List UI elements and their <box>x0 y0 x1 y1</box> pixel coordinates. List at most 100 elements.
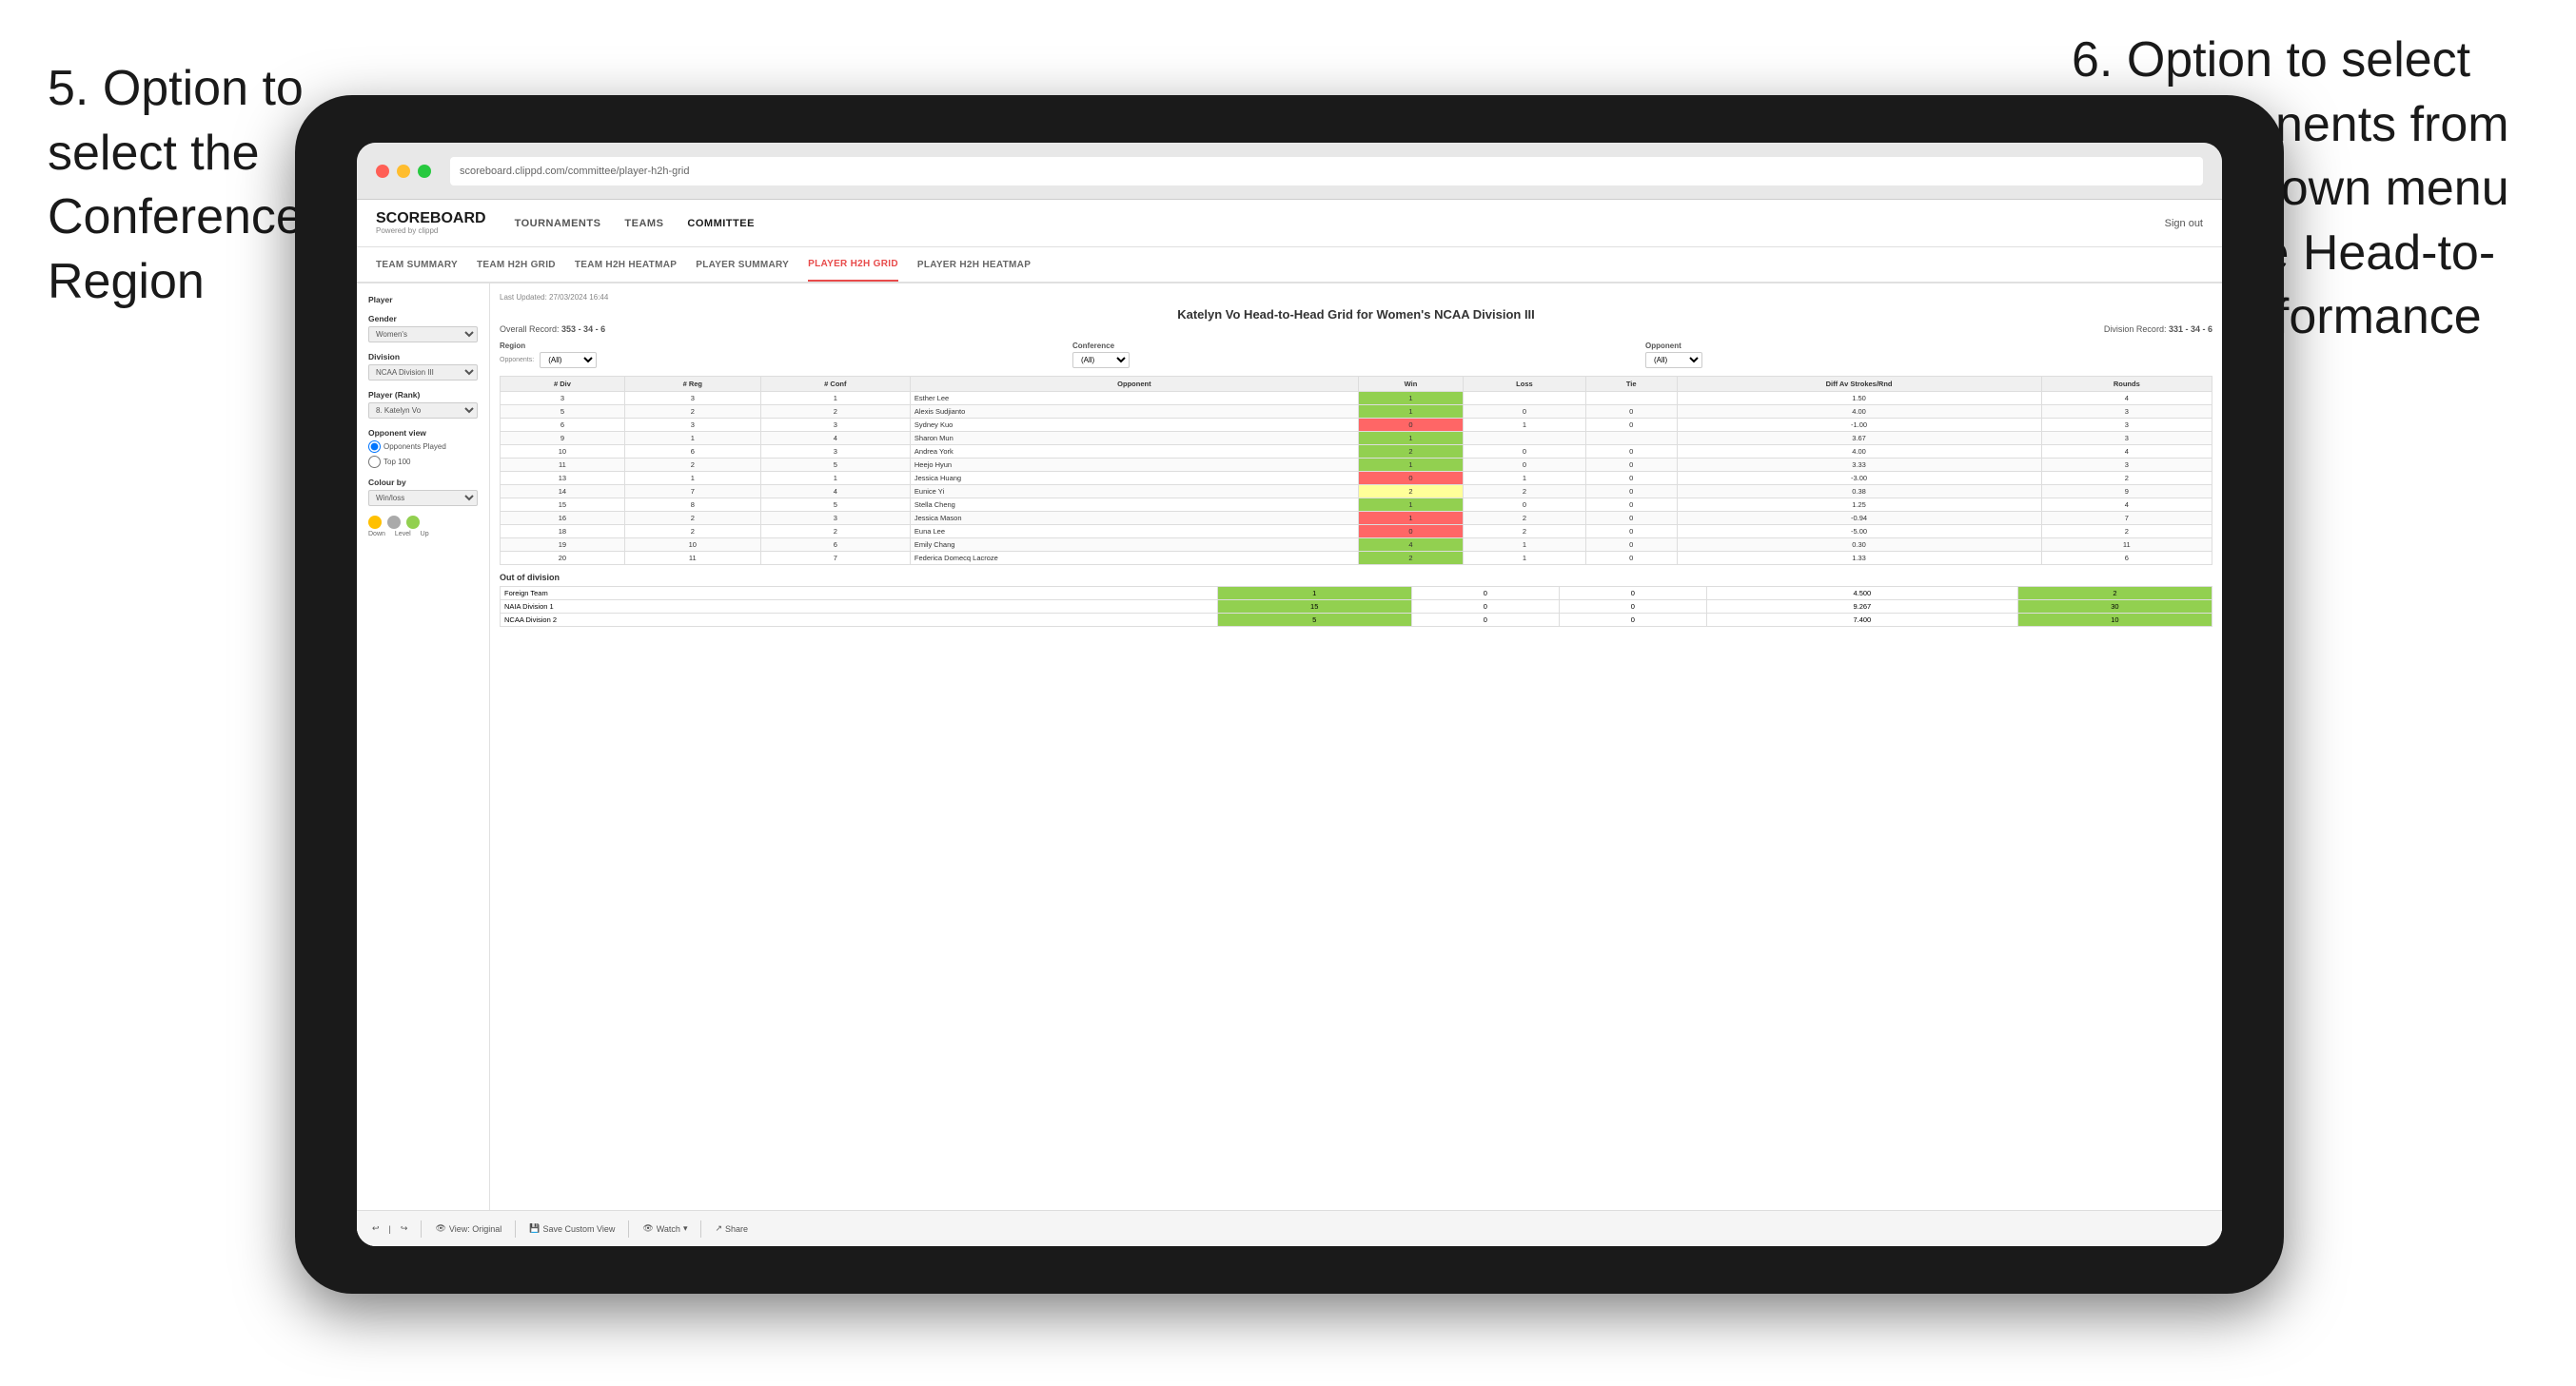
toolbar-sep1 <box>421 1220 422 1238</box>
cell-tie: 0 <box>1585 525 1677 538</box>
sidebar-gender-section: Gender Women's Men's <box>368 314 478 342</box>
color-label-up: Up <box>421 531 429 537</box>
cell-tie: 0 <box>1585 459 1677 472</box>
ood-loss: 0 <box>1411 614 1559 627</box>
toolbar-sep4 <box>700 1220 701 1238</box>
sidebar-player-rank-section: Player (Rank) 8. Katelyn Vo <box>368 390 478 419</box>
tablet: scoreboard.clippd.com/committee/player-h… <box>295 95 2284 1294</box>
sub-nav-team-summary[interactable]: TEAM SUMMARY <box>376 247 458 282</box>
ood-name: NCAA Division 2 <box>501 614 1218 627</box>
cell-diff: 1.50 <box>1677 392 2041 405</box>
cell-win: 4 <box>1358 538 1463 552</box>
browser-dot-green[interactable] <box>418 165 431 178</box>
main-table: # Div # Reg # Conf Opponent Win Loss Tie… <box>500 376 2212 565</box>
toolbar-view-original[interactable]: 👁 View: Original <box>435 1223 501 1234</box>
last-updated: Last Updated: 27/03/2024 16:44 <box>500 293 608 302</box>
cell-reg: 1 <box>624 432 760 445</box>
sidebar-radio-opponents-played[interactable]: Opponents Played <box>368 440 478 453</box>
ood-tie: 0 <box>1559 587 1706 600</box>
top-nav: SCOREBOARD Powered by clippd TOURNAMENTS… <box>357 200 2222 247</box>
ood-rounds: 2 <box>2017 587 2212 600</box>
sidebar-gender-label: Gender <box>368 314 478 323</box>
overall-record: Overall Record: 353 - 34 - 6 <box>500 324 605 334</box>
cell-conf: 3 <box>760 419 910 432</box>
filter-conference-select[interactable]: (All) <box>1072 352 1130 368</box>
sidebar-player-rank-select[interactable]: 8. Katelyn Vo <box>368 402 478 419</box>
sidebar-division-section: Division NCAA Division III <box>368 352 478 381</box>
sidebar-division-select[interactable]: NCAA Division III <box>368 364 478 381</box>
sidebar-player-section: Player <box>368 295 478 304</box>
toolbar-save-custom[interactable]: 💾 Save Custom View <box>529 1223 615 1234</box>
division-record: Division Record: 331 - 34 - 6 <box>2104 324 2212 334</box>
toolbar-undo[interactable]: ↩ <box>372 1223 380 1234</box>
sidebar-radio-top100[interactable]: Top 100 <box>368 456 478 468</box>
toolbar-redo[interactable]: ↪ <box>401 1223 408 1234</box>
table-row: 19 10 6 Emily Chang 4 1 0 0.30 11 <box>501 538 2212 552</box>
cell-div: 6 <box>501 419 625 432</box>
cell-conf: 4 <box>760 432 910 445</box>
browser-dot-red[interactable] <box>376 165 389 178</box>
sub-nav-player-h2h-heatmap[interactable]: PLAYER H2H HEATMAP <box>917 247 1031 282</box>
sidebar-gender-select[interactable]: Women's Men's <box>368 326 478 342</box>
cell-rounds: 3 <box>2041 405 2212 419</box>
filter-opponent-select[interactable]: (All) <box>1645 352 1702 368</box>
cell-div: 3 <box>501 392 625 405</box>
cell-div: 11 <box>501 459 625 472</box>
sidebar-player-rank-label: Player (Rank) <box>368 390 478 400</box>
cell-diff: 4.00 <box>1677 445 2041 459</box>
cell-rounds: 4 <box>2041 392 2212 405</box>
ood-tie: 0 <box>1559 600 1706 614</box>
cell-loss: 2 <box>1464 485 1586 498</box>
nav-item-committee[interactable]: COMMITTEE <box>687 218 755 229</box>
browser-url-bar[interactable]: scoreboard.clippd.com/committee/player-h… <box>450 157 2203 185</box>
nav-item-teams[interactable]: TEAMS <box>624 218 663 229</box>
sidebar-colour-select[interactable]: Win/loss <box>368 490 478 506</box>
color-indicators <box>368 516 478 529</box>
cell-opponent: Heejo Hyun <box>910 459 1358 472</box>
cell-tie: 0 <box>1585 498 1677 512</box>
sub-nav-team-h2h-heatmap[interactable]: TEAM H2H HEATMAP <box>575 247 677 282</box>
sidebar-radio-top100-input[interactable] <box>368 456 381 468</box>
cell-loss: 1 <box>1464 419 1586 432</box>
table-row: 3 3 1 Esther Lee 1 1.50 4 <box>501 392 2212 405</box>
nav-sign-out[interactable]: Sign out <box>2165 218 2203 229</box>
toolbar-watch[interactable]: 👁 Watch ▾ <box>642 1223 687 1234</box>
cell-div: 19 <box>501 538 625 552</box>
cell-loss: 0 <box>1464 459 1586 472</box>
cell-diff: 3.67 <box>1677 432 2041 445</box>
sub-nav-player-h2h-grid[interactable]: PLAYER H2H GRID <box>808 247 898 282</box>
nav-item-tournaments[interactable]: TOURNAMENTS <box>515 218 601 229</box>
th-rounds: Rounds <box>2041 377 2212 392</box>
sub-nav: TEAM SUMMARY TEAM H2H GRID TEAM H2H HEAT… <box>357 247 2222 283</box>
cell-reg: 10 <box>624 538 760 552</box>
cell-rounds: 7 <box>2041 512 2212 525</box>
cell-loss: 1 <box>1464 472 1586 485</box>
filter-region-select[interactable]: (All) <box>540 352 597 368</box>
cell-diff: 4.00 <box>1677 405 2041 419</box>
cell-reg: 3 <box>624 392 760 405</box>
app-container: SCOREBOARD Powered by clippd TOURNAMENTS… <box>357 200 2222 1246</box>
sub-nav-team-h2h-grid[interactable]: TEAM H2H GRID <box>477 247 556 282</box>
ood-win: 5 <box>1217 614 1411 627</box>
cell-conf: 1 <box>760 472 910 485</box>
sub-nav-player-summary[interactable]: PLAYER SUMMARY <box>696 247 789 282</box>
ood-name: NAIA Division 1 <box>501 600 1218 614</box>
cell-win: 0 <box>1358 419 1463 432</box>
cell-tie: 0 <box>1585 512 1677 525</box>
nav-items: TOURNAMENTS TEAMS COMMITTEE <box>515 218 755 229</box>
data-records: Overall Record: 353 - 34 - 6 Division Re… <box>500 324 2212 334</box>
cell-conf: 4 <box>760 485 910 498</box>
sidebar-division-label: Division <box>368 352 478 361</box>
sidebar-radio-top100-label: Top 100 <box>383 458 410 466</box>
cell-rounds: 3 <box>2041 419 2212 432</box>
data-title: Katelyn Vo Head-to-Head Grid for Women's… <box>500 307 2212 322</box>
cell-tie: 0 <box>1585 445 1677 459</box>
cell-loss: 1 <box>1464 552 1586 565</box>
browser-dot-yellow[interactable] <box>397 165 410 178</box>
toolbar-share[interactable]: ↗ Share <box>715 1223 748 1234</box>
sidebar-radio-opponents-played-input[interactable] <box>368 440 381 453</box>
cell-div: 20 <box>501 552 625 565</box>
cell-loss <box>1464 432 1586 445</box>
url-text: scoreboard.clippd.com/committee/player-h… <box>460 166 690 177</box>
cell-opponent: Stella Cheng <box>910 498 1358 512</box>
